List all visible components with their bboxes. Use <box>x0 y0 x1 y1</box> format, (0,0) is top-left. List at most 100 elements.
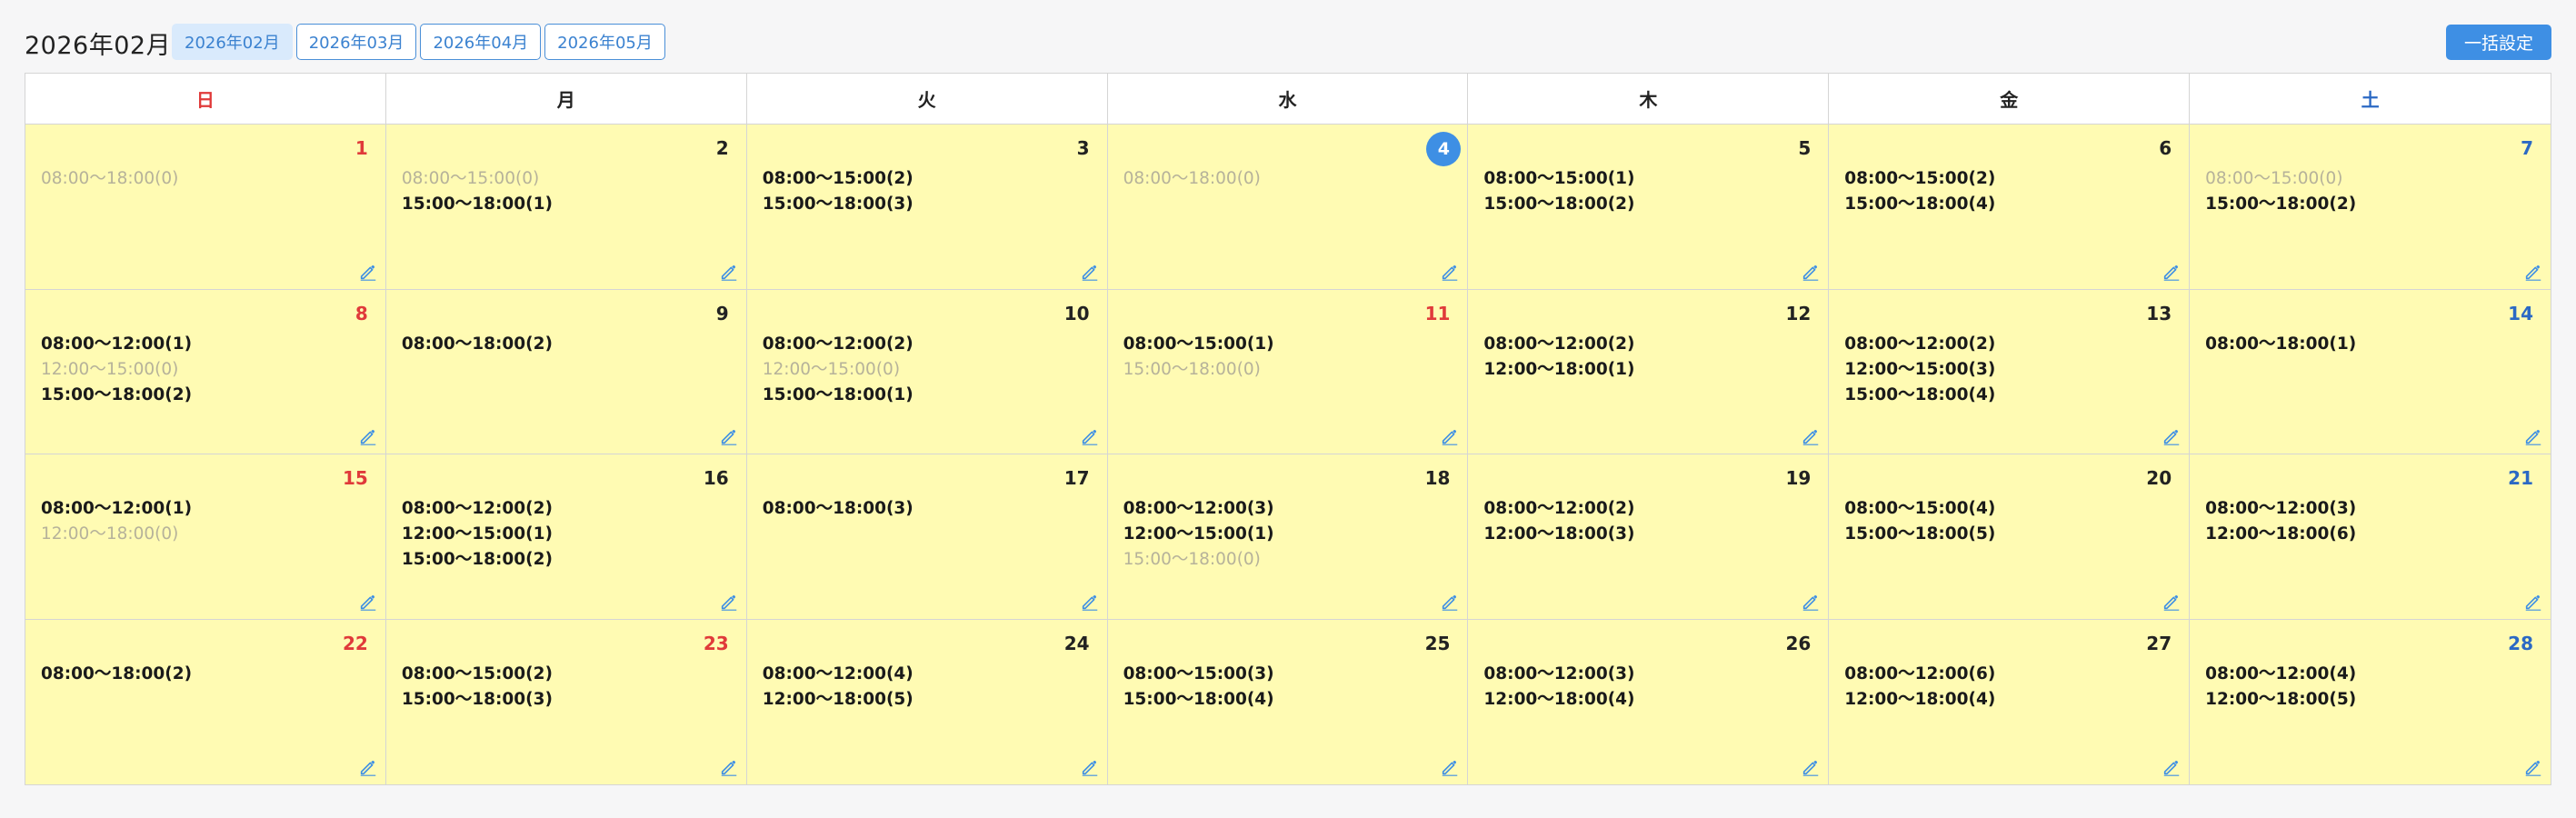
pencil-icon[interactable] <box>719 426 739 446</box>
pencil-icon[interactable] <box>1440 262 1460 282</box>
pencil-icon[interactable] <box>1801 592 1821 612</box>
pencil-icon[interactable] <box>1440 592 1460 612</box>
day-cell-11[interactable]: 11 08:00〜15:00(1) 15:00〜18:00(0) <box>1107 289 1469 454</box>
time-slot: 12:00〜15:00(0) <box>762 359 901 379</box>
pencil-icon[interactable] <box>358 426 378 446</box>
pencil-icon[interactable] <box>2162 757 2182 777</box>
day-cell-28[interactable]: 28 08:00〜12:00(4) 12:00〜18:00(5) <box>2190 619 2551 784</box>
day-cell-20[interactable]: 20 08:00〜15:00(4) 15:00〜18:00(5) <box>1829 454 2191 620</box>
pencil-icon[interactable] <box>1440 757 1460 777</box>
day-cell-25[interactable]: 25 08:00〜15:00(3) 15:00〜18:00(4) <box>1107 619 1469 784</box>
pencil-icon[interactable] <box>719 592 739 612</box>
time-slot: 08:00〜12:00(2) <box>762 334 914 354</box>
time-slot-list: 08:00〜12:00(2) 12:00〜15:00(0) 15:00〜18:00(… <box>763 332 914 408</box>
time-slot-list: 08:00〜12:00(2) 12:00〜15:00(1) 15:00〜18:00(… <box>402 496 553 573</box>
pencil-icon[interactable] <box>2162 262 2182 282</box>
pencil-icon[interactable] <box>2523 592 2543 612</box>
pencil-icon[interactable] <box>2162 592 2182 612</box>
day-cell-8[interactable]: 8 08:00〜12:00(1) 12:00〜15:00(0) 15:00〜18:0… <box>25 289 386 454</box>
day-cell-6[interactable]: 6 08:00〜15:00(2) 15:00〜18:00(4) <box>1829 125 2191 290</box>
day-cell-22[interactable]: 22 08:00〜18:00(2) <box>25 619 386 784</box>
time-slot-list: 08:00〜12:00(6) 12:00〜18:00(4) <box>1844 662 1995 713</box>
tab-month-1[interactable]: 2026年02月 <box>172 24 293 60</box>
day-cell-9[interactable]: 9 08:00〜18:00(2) <box>385 289 747 454</box>
pencil-icon[interactable] <box>1080 426 1100 446</box>
time-slot: 08:00〜18:00(0) <box>41 169 179 188</box>
pencil-icon[interactable] <box>2162 426 2182 446</box>
day-cell-13[interactable]: 13 08:00〜12:00(2) 12:00〜15:00(3) 15:00〜18:… <box>1829 289 2191 454</box>
weekday-friday: 金 <box>1829 74 2191 124</box>
month-tabs: 2026年02月 2026年03月 2026年04月 2026年05月 <box>172 24 665 60</box>
day-number: 6 <box>2159 137 2172 159</box>
day-cell-23[interactable]: 23 08:00〜15:00(2) 15:00〜18:00(3) <box>385 619 747 784</box>
day-number: 16 <box>703 467 729 489</box>
day-number: 17 <box>1063 467 1090 489</box>
pencil-icon[interactable] <box>1440 426 1460 446</box>
time-slot: 15:00〜18:00(1) <box>401 195 553 214</box>
day-cell-7[interactable]: 7 08:00〜15:00(0) 15:00〜18:00(2) <box>2190 125 2551 290</box>
bulk-setting-button[interactable]: 一括設定 <box>2446 25 2551 60</box>
time-slot: 08:00〜18:00(2) <box>401 334 553 354</box>
tab-month-2[interactable]: 2026年03月 <box>295 24 417 60</box>
time-slot: 08:00〜12:00(4) <box>2205 663 2357 683</box>
calendar: 日 月 火 水 木 金 土 1 08:00〜18:00(0) 2 08:00〜1… <box>25 73 2551 785</box>
day-cell-2[interactable]: 2 08:00〜15:00(0) 15:00〜18:00(1) <box>385 125 747 290</box>
calendar-grid: 1 08:00〜18:00(0) 2 08:00〜15:00(0) 15:00〜1… <box>25 125 2551 784</box>
time-slot: 08:00〜15:00(1) <box>1123 334 1274 354</box>
time-slot: 08:00〜12:00(1) <box>41 334 193 354</box>
page-title: 2026年02月 <box>25 32 172 60</box>
pencil-icon[interactable] <box>358 757 378 777</box>
day-cell-18[interactable]: 18 08:00〜12:00(3) 12:00〜15:00(1) 15:00〜18:… <box>1107 454 1469 620</box>
pencil-icon[interactable] <box>1080 757 1100 777</box>
day-cell-21[interactable]: 21 08:00〜12:00(3) 12:00〜18:00(6) <box>2190 454 2551 620</box>
time-slot-list: 08:00〜15:00(2) 15:00〜18:00(4) <box>1844 166 1995 217</box>
day-cell-24[interactable]: 24 08:00〜12:00(4) 12:00〜18:00(5) <box>746 619 1108 784</box>
time-slot: 12:00〜15:00(3) <box>1844 359 1996 379</box>
tab-month-4[interactable]: 2026年05月 <box>544 24 665 60</box>
time-slot: 12:00〜18:00(3) <box>1483 524 1635 544</box>
pencil-icon[interactable] <box>719 262 739 282</box>
tab-month-3[interactable]: 2026年04月 <box>420 24 542 60</box>
pencil-icon[interactable] <box>2523 757 2543 777</box>
day-cell-27[interactable]: 27 08:00〜12:00(6) 12:00〜18:00(4) <box>1829 619 2191 784</box>
day-cell-17[interactable]: 17 08:00〜18:00(3) <box>746 454 1108 620</box>
time-slot-list: 08:00〜18:00(3) <box>763 496 914 522</box>
pencil-icon[interactable] <box>1080 262 1100 282</box>
pencil-icon[interactable] <box>1801 426 1821 446</box>
pencil-icon[interactable] <box>1080 592 1100 612</box>
pencil-icon[interactable] <box>2523 262 2543 282</box>
time-slot: 08:00〜15:00(0) <box>401 169 540 188</box>
time-slot: 12:00〜18:00(5) <box>2205 689 2357 709</box>
day-number: 1 <box>354 137 368 159</box>
time-slot: 15:00〜18:00(5) <box>1844 524 1996 544</box>
day-number: 3 <box>1076 137 1090 159</box>
day-cell-14[interactable]: 14 08:00〜18:00(1) <box>2190 289 2551 454</box>
pencil-icon[interactable] <box>358 262 378 282</box>
pencil-icon[interactable] <box>719 757 739 777</box>
time-slot: 08:00〜12:00(2) <box>1844 334 1996 354</box>
time-slot-list: 08:00〜15:00(1) 15:00〜18:00(2) <box>1483 166 1634 217</box>
day-cell-4[interactable]: 4 08:00〜18:00(0) <box>1107 125 1469 290</box>
time-slot: 15:00〜18:00(4) <box>1844 384 1996 404</box>
day-cell-26[interactable]: 26 08:00〜12:00(3) 12:00〜18:00(4) <box>1468 619 1830 784</box>
time-slot: 08:00〜12:00(1) <box>41 499 193 518</box>
time-slot: 12:00〜15:00(1) <box>401 524 553 544</box>
day-cell-3[interactable]: 3 08:00〜15:00(2) 15:00〜18:00(3) <box>746 125 1108 290</box>
time-slot: 08:00〜15:00(4) <box>1844 499 1996 518</box>
day-number: 20 <box>2146 467 2172 489</box>
time-slot-list: 08:00〜18:00(1) <box>2205 332 2356 357</box>
day-cell-12[interactable]: 12 08:00〜12:00(2) 12:00〜18:00(1) <box>1468 289 1830 454</box>
pencil-icon[interactable] <box>358 592 378 612</box>
day-cell-5[interactable]: 5 08:00〜15:00(1) 15:00〜18:00(2) <box>1468 125 1830 290</box>
time-slot-list: 08:00〜12:00(1) 12:00〜18:00(0) <box>41 496 192 547</box>
day-cell-15[interactable]: 15 08:00〜12:00(1) 12:00〜18:00(0) <box>25 454 386 620</box>
day-cell-16[interactable]: 16 08:00〜12:00(2) 12:00〜15:00(1) 15:00〜18:… <box>385 454 747 620</box>
day-cell-10[interactable]: 10 08:00〜12:00(2) 12:00〜15:00(0) 15:00〜18:… <box>746 289 1108 454</box>
pencil-icon[interactable] <box>1801 262 1821 282</box>
pencil-icon[interactable] <box>2523 426 2543 446</box>
day-number: 9 <box>715 302 729 324</box>
day-cell-1[interactable]: 1 08:00〜18:00(0) <box>25 125 386 290</box>
pencil-icon[interactable] <box>1801 757 1821 777</box>
time-slot: 08:00〜15:00(3) <box>1123 663 1274 683</box>
day-cell-19[interactable]: 19 08:00〜12:00(2) 12:00〜18:00(3) <box>1468 454 1830 620</box>
